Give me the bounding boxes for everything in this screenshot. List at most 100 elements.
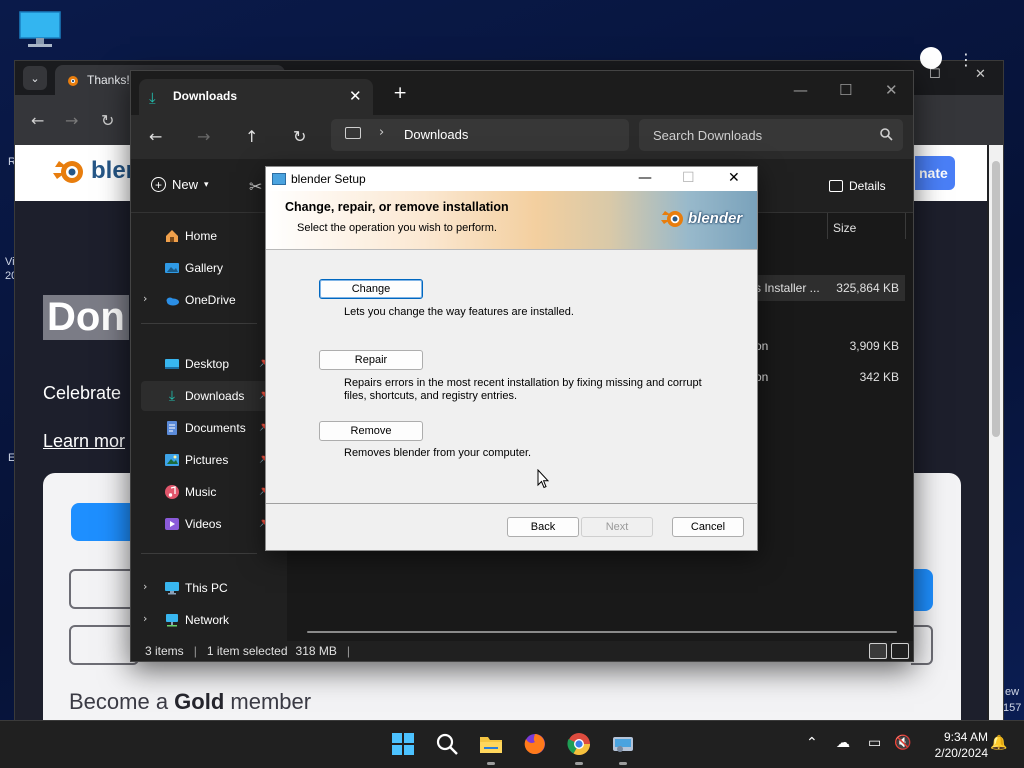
nav-item-network[interactable]: › Network — [141, 605, 277, 635]
installer-icon[interactable] — [610, 731, 636, 757]
chevron-right-icon[interactable]: › — [379, 125, 384, 140]
up-icon[interactable]: ↑ — [245, 127, 258, 146]
browser-close-icon[interactable]: ✕ — [975, 67, 986, 82]
blender-logo[interactable]: blen — [51, 155, 140, 187]
nav-item-documents[interactable]: Documents 📌 — [141, 413, 277, 443]
browser-menu-icon[interactable]: ⋮ — [958, 50, 974, 69]
browser-forward-icon[interactable]: → — [65, 111, 78, 130]
blender-logo: blender — [660, 207, 742, 229]
file-list-hscrollbar[interactable] — [307, 631, 897, 633]
explorer-tab[interactable]: ⤓ Downloads ✕ — [139, 79, 373, 115]
gold-member-heading: Become a Gold member — [69, 689, 311, 715]
back-icon[interactable]: ← — [149, 127, 162, 146]
membership-option[interactable] — [69, 625, 139, 665]
close-tab-icon[interactable]: ✕ — [349, 87, 362, 105]
next-button[interactable]: Next — [581, 517, 653, 537]
close-icon[interactable]: ✕ — [885, 81, 898, 99]
tab-search-dropdown-icon[interactable]: ⌄ — [23, 66, 47, 90]
nav-label: Music — [185, 485, 217, 499]
address-text: Downloads — [404, 127, 469, 142]
nav-item-music[interactable]: Music 📌 — [141, 477, 277, 507]
nav-label: Home — [185, 229, 218, 243]
browser-maximize-icon[interactable]: ☐ — [929, 67, 941, 82]
maximize-icon[interactable]: ☐ — [682, 170, 695, 186]
blender-favicon-icon — [68, 76, 78, 86]
close-icon[interactable]: ✕ — [728, 170, 740, 186]
refresh-icon[interactable]: ↻ — [293, 127, 306, 146]
explorer-titlebar: ⤓ Downloads ✕ + — ☐ ✕ — [131, 71, 913, 115]
nav-item-pictures[interactable]: Pictures 📌 — [141, 445, 277, 475]
chevron-right-icon[interactable]: › — [143, 612, 147, 625]
onedrive-icon[interactable]: ☁ — [836, 735, 850, 751]
new-tab-icon[interactable]: + — [393, 83, 407, 103]
celebrate-text: Celebrate — [43, 383, 122, 403]
back-button[interactable]: Back — [507, 517, 579, 537]
change-description: Lets you change the way features are ins… — [344, 306, 574, 318]
forward-icon[interactable]: → — [197, 127, 210, 146]
browser-scroll-thumb[interactable] — [992, 161, 1000, 437]
file-explorer-icon[interactable] — [478, 731, 504, 757]
cancel-button[interactable]: Cancel — [672, 517, 744, 537]
nav-item-desktop[interactable]: Desktop 📌 — [141, 349, 277, 379]
system-clock[interactable]: 9:34 AM 2/20/2024 — [918, 729, 988, 761]
donate-button[interactable]: nate — [915, 156, 955, 190]
notification-bell-icon[interactable]: 🔔 — [990, 735, 1007, 751]
membership-option-button[interactable] — [911, 569, 933, 611]
details-button[interactable]: Details — [829, 179, 886, 193]
start-icon[interactable] — [390, 731, 416, 757]
pictures-icon — [164, 452, 180, 468]
chevron-up-icon[interactable]: ⌃ — [806, 735, 818, 751]
browser-tab-title: Thanks! — [87, 73, 130, 87]
chevron-right-icon[interactable]: › — [143, 292, 147, 305]
browser-reload-icon[interactable]: ↻ — [101, 111, 114, 130]
computer-icon — [164, 580, 180, 596]
installer-icon — [272, 173, 286, 185]
change-button[interactable]: Change — [319, 279, 423, 299]
search-icon[interactable] — [434, 731, 460, 757]
nav-label: This PC — [185, 581, 228, 595]
volume-muted-icon[interactable]: 🔇 — [894, 735, 911, 751]
display-icon[interactable]: ▭ — [868, 735, 881, 751]
minimize-icon[interactable]: — — [793, 81, 808, 99]
page-heading: Don — [43, 295, 129, 340]
navigation-pane: Home Gallery › OneDrive Desktop 📌 ⤓ Down… — [131, 213, 287, 641]
repair-button[interactable]: Repair — [319, 350, 423, 370]
status-bar: 3 items | 1 item selected 318 MB | — [131, 641, 913, 661]
remove-button[interactable]: Remove — [319, 421, 423, 441]
nav-item-videos[interactable]: Videos 📌 — [141, 509, 277, 539]
search-input[interactable] — [653, 126, 863, 144]
details-view-icon[interactable] — [869, 643, 887, 659]
remove-description: Removes blender from your computer. — [344, 447, 532, 459]
videos-icon — [164, 516, 180, 532]
chrome-icon[interactable] — [566, 731, 592, 757]
cut-icon[interactable]: ✂ — [249, 177, 262, 196]
browser-back-icon[interactable]: ← — [31, 111, 44, 130]
nav-item-gallery[interactable]: Gallery — [141, 253, 277, 283]
nav-item-this-pc[interactable]: › This PC — [141, 573, 277, 603]
tiles-view-icon[interactable] — [891, 643, 909, 659]
search-box[interactable] — [639, 119, 903, 151]
this-pc-desktop-icon[interactable] — [18, 10, 62, 50]
nav-label: Downloads — [185, 389, 245, 403]
column-divider[interactable] — [827, 213, 828, 239]
minimize-icon[interactable]: — — [638, 170, 652, 186]
chevron-right-icon[interactable]: › — [143, 580, 147, 593]
firefox-icon[interactable] — [522, 731, 548, 757]
address-bar[interactable]: › Downloads — [331, 119, 629, 151]
document-icon — [164, 420, 180, 436]
clock-time: 9:34 AM — [943, 730, 988, 744]
profile-avatar-icon[interactable] — [920, 47, 942, 69]
new-button[interactable]: + New ▾ — [151, 177, 209, 192]
nav-item-downloads[interactable]: ⤓ Downloads 📌 — [141, 381, 277, 411]
column-divider[interactable] — [905, 213, 906, 239]
nav-item-home[interactable]: Home — [141, 221, 277, 251]
search-icon — [880, 128, 893, 141]
membership-option[interactable] — [69, 569, 139, 609]
nav-item-onedrive[interactable]: › OneDrive — [141, 285, 277, 315]
learn-more-link[interactable]: Learn mor — [43, 431, 125, 452]
nav-divider — [141, 323, 257, 324]
blender-setup-dialog: blender Setup — ☐ ✕ Change, repair, or r… — [265, 166, 758, 551]
column-header-size[interactable]: Size — [833, 221, 856, 235]
membership-option[interactable] — [911, 625, 933, 665]
maximize-icon[interactable]: ☐ — [839, 81, 852, 99]
